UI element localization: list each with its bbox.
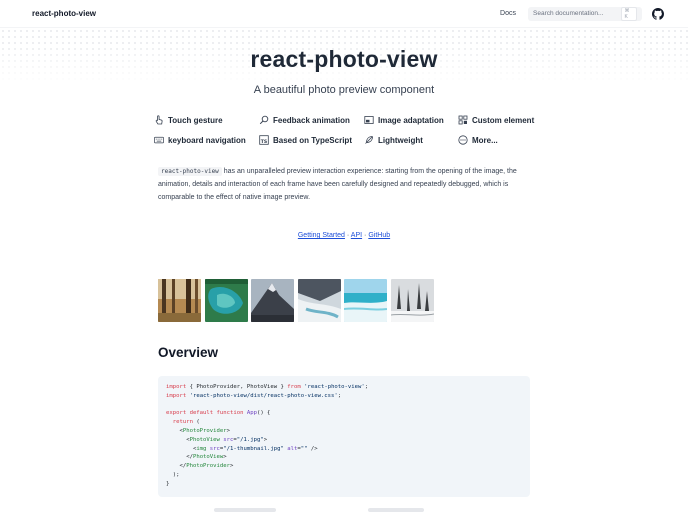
feature-label: Lightweight [378, 135, 423, 145]
forest-photo[interactable] [158, 279, 201, 322]
grid-icon [458, 115, 468, 125]
magnifier-icon [259, 115, 269, 125]
image-icon [364, 115, 374, 125]
more-icon [458, 135, 468, 145]
feature-label: Custom element [472, 115, 535, 125]
beach-photo[interactable] [344, 279, 387, 322]
brand-link[interactable]: react-photo-view [32, 9, 96, 18]
feature-label: keyboard navigation [168, 135, 246, 145]
feature-touch-gesture: Touch gesture [154, 115, 259, 125]
quick-links: Getting Started · API · GitHub [0, 232, 688, 239]
intro-paragraph: react-photo-view has an unparalleled pre… [158, 165, 538, 204]
typescript-icon: TS [259, 135, 269, 145]
api-link[interactable]: API [351, 232, 362, 239]
code-example: import { PhotoProvider, PhotoView } from… [158, 376, 530, 497]
feature-custom-element: Custom element [458, 115, 554, 125]
feature-typescript: TS Based on TypeScript [259, 135, 364, 145]
github-link[interactable]: GitHub [368, 232, 390, 239]
getting-started-link[interactable]: Getting Started [298, 232, 345, 239]
feature-label: Feedback animation [273, 115, 350, 125]
hand-pointer-icon [154, 115, 164, 125]
page-subtitle: A beautiful photo preview component [253, 84, 435, 96]
feature-label: Touch gesture [168, 115, 223, 125]
feature-label: Based on TypeScript [273, 135, 352, 145]
glacier-photo[interactable] [297, 279, 341, 322]
nav-right: Docs ⌘ K [500, 6, 664, 21]
feature-label: More... [472, 135, 498, 145]
page-title: react-photo-view [250, 46, 438, 72]
feature-more[interactable]: More... [458, 135, 554, 145]
feature-label: Image adaptation [378, 115, 444, 125]
search-input[interactable] [533, 10, 622, 17]
mountain-photo[interactable] [251, 279, 294, 322]
lagoon-photo[interactable] [204, 279, 248, 322]
next-section-hint [368, 508, 424, 512]
navbar: react-photo-view Docs ⌘ K [0, 0, 688, 28]
snow-trees-photo[interactable] [390, 279, 434, 322]
docs-link[interactable]: Docs [500, 10, 516, 17]
svg-text:TS: TS [261, 139, 267, 145]
search-shortcut: ⌘ K [621, 6, 637, 21]
next-section-hint [214, 508, 276, 512]
feature-image-adaptation: Image adaptation [364, 115, 458, 125]
inline-code: react-photo-view [158, 167, 222, 176]
github-icon[interactable] [652, 7, 664, 20]
feather-icon [364, 135, 374, 145]
feature-list: Touch gesture Feedback animation Image a… [154, 115, 554, 145]
feature-lightweight: Lightweight [364, 135, 458, 145]
feature-feedback-animation: Feedback animation [259, 115, 364, 125]
photo-gallery [158, 279, 437, 322]
overview-heading: Overview [158, 345, 219, 360]
search-box[interactable]: ⌘ K [528, 6, 642, 21]
keyboard-icon [154, 135, 164, 145]
feature-keyboard-navigation: keyboard navigation [154, 135, 259, 145]
